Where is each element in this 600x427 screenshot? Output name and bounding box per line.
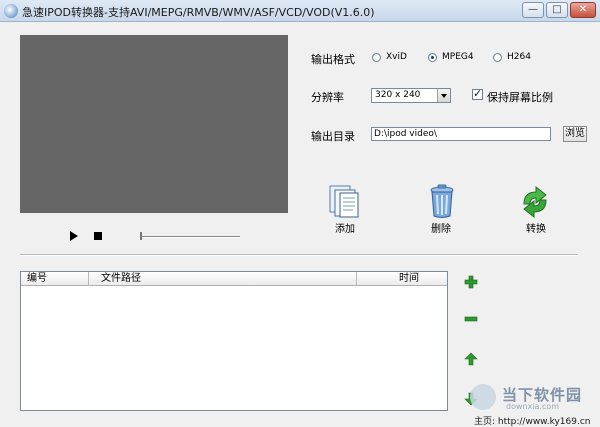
resolution-select[interactable]: 320 x 240 (371, 88, 451, 103)
resolution-value: 320 x 240 (375, 90, 421, 100)
watermark: 当下软件园 downxia.com 主页: http://www.ky169.c… (468, 378, 598, 427)
column-header-path[interactable]: 文件路径 (89, 272, 357, 285)
add-label: 添加 (335, 224, 355, 235)
radio-xvid-label: XviD (386, 52, 407, 62)
download-logo-icon (470, 384, 496, 410)
close-button[interactable]: ✕ (570, 2, 596, 18)
convert-arrows-icon (523, 185, 547, 219)
radio-h264-label: H264 (507, 52, 531, 62)
chevron-down-icon[interactable] (437, 89, 450, 102)
radio-h264[interactable] (493, 53, 502, 62)
watermark-domain: downxia.com (506, 402, 560, 411)
outdir-input[interactable]: D:\ipod video\ (371, 127, 551, 141)
delete-button[interactable]: 删除 (423, 184, 463, 235)
seek-bar[interactable] (140, 236, 240, 238)
radio-mpeg4[interactable] (428, 53, 437, 62)
outdir-value: D:\ipod video\ (374, 129, 437, 139)
table-header: 编号 文件路径 时间 (21, 272, 447, 286)
homepage-text: 主页: http://www.ky169.cn (474, 417, 591, 427)
plus-icon[interactable] (464, 275, 478, 289)
delete-label: 删除 (431, 224, 451, 235)
add-files-icon (329, 185, 359, 218)
minimize-button[interactable]: — (522, 2, 544, 18)
keep-ratio-checkbox[interactable] (472, 87, 483, 100)
outdir-label: 输出目录 (311, 130, 355, 143)
minus-icon[interactable] (464, 312, 478, 326)
convert-label: 转换 (526, 224, 546, 235)
format-label: 输出格式 (311, 53, 355, 66)
browse-button[interactable]: 浏览 (563, 126, 587, 142)
resolution-label: 分辨率 (311, 91, 344, 104)
stop-icon[interactable] (94, 232, 102, 240)
add-button[interactable]: 添加 (325, 184, 365, 235)
trash-can-icon (430, 184, 454, 218)
app-icon (4, 4, 18, 18)
radio-xvid[interactable] (372, 53, 381, 62)
convert-button[interactable]: 转换 (516, 184, 556, 235)
divider (20, 254, 578, 256)
seek-handle[interactable] (140, 232, 142, 240)
window-title: 急速IPOD转换器-支持AVI/MEPG/RMVB/WMV/ASF/VCD/VO… (22, 6, 375, 19)
arrow-up-icon[interactable] (464, 352, 478, 366)
file-table[interactable]: 编号 文件路径 时间 (20, 271, 448, 411)
maximize-button[interactable]: □ (546, 2, 568, 18)
column-header-number[interactable]: 编号 (21, 272, 89, 285)
keep-ratio-label: 保持屏幕比例 (487, 91, 553, 104)
video-preview (20, 35, 288, 213)
column-header-time[interactable]: 时间 (357, 272, 447, 285)
play-icon[interactable] (70, 231, 78, 241)
radio-mpeg4-label: MPEG4 (442, 52, 474, 62)
title-bar: 急速IPOD转换器-支持AVI/MEPG/RMVB/WMV/ASF/VCD/VO… (0, 0, 600, 22)
